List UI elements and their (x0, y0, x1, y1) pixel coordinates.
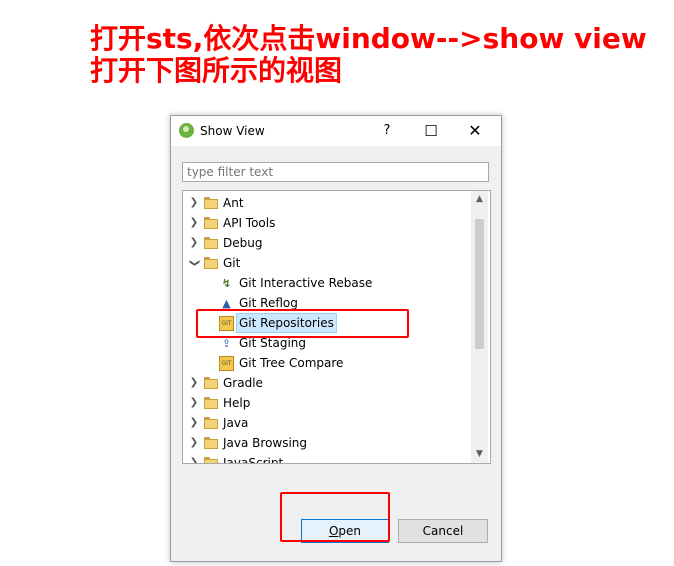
highlight-open-button (280, 492, 390, 542)
tree-item-java[interactable]: ❯ Java (183, 413, 471, 433)
tree-item-label: API Tools (223, 216, 276, 230)
tree-item-label: Gradle (223, 376, 263, 390)
chevron-right-icon[interactable]: ❯ (189, 393, 199, 413)
chevron-right-icon[interactable]: ❯ (189, 193, 199, 213)
folder-icon (204, 417, 219, 429)
folder-icon (204, 237, 219, 249)
tree-item-git-tree-compare[interactable]: GIT Git Tree Compare (183, 353, 471, 373)
scroll-thumb[interactable] (475, 219, 484, 349)
chevron-right-icon[interactable]: ❯ (189, 373, 199, 393)
tree-item-label: Git Interactive Rebase (239, 276, 373, 290)
tree-item-label: Ant (223, 196, 244, 210)
folder-icon (204, 437, 219, 449)
tree-item-gradle[interactable]: ❯ Gradle (183, 373, 471, 393)
chevron-right-icon[interactable]: ❯ (189, 433, 199, 453)
tree-item-java-browsing[interactable]: ❯ Java Browsing (183, 433, 471, 453)
chevron-right-icon[interactable]: ❯ (189, 213, 199, 233)
tree-item-label: Java Browsing (223, 436, 308, 450)
git-staging-icon: ⇪ (221, 337, 232, 350)
chevron-right-icon[interactable]: ❯ (189, 233, 199, 253)
tree-item-label: Debug (223, 236, 263, 250)
chevron-down-icon[interactable]: ❯ (184, 258, 204, 268)
chevron-right-icon[interactable]: ❯ (189, 453, 199, 463)
folder-icon (204, 377, 219, 389)
tree-item-javascript[interactable]: ❯ JavaScript (183, 453, 471, 463)
tree-item-git-interactive-rebase[interactable]: ↯ Git Interactive Rebase (183, 273, 471, 293)
tree-item-label: JavaScript (223, 456, 284, 463)
tree-item-label: Git (223, 256, 241, 270)
tree-item-ant[interactable]: ❯ Ant (183, 193, 471, 213)
close-button[interactable]: ✕ (455, 116, 495, 146)
chevron-right-icon[interactable]: ❯ (189, 413, 199, 433)
folder-icon (204, 397, 219, 409)
tree-item-git[interactable]: ❯ Git (183, 253, 471, 273)
folder-open-icon (204, 257, 219, 269)
scroll-up-icon[interactable]: ▲ (471, 191, 488, 208)
scroll-down-icon[interactable]: ▼ (471, 446, 488, 463)
dialog-title: Show View (200, 124, 265, 138)
tree-item-api-tools[interactable]: ❯ API Tools (183, 213, 471, 233)
spring-leaf-icon (179, 123, 194, 138)
tree-item-label: Git Tree Compare (239, 356, 344, 370)
title-bar[interactable]: Show View ? ☐ ✕ (171, 116, 501, 146)
annotation-line-1: 打开sts,依次点击window-->show view (90, 22, 647, 55)
folder-icon (204, 197, 219, 209)
folder-icon (204, 457, 219, 463)
tree-item-debug[interactable]: ❯ Debug (183, 233, 471, 253)
highlight-git-repositories (196, 309, 409, 338)
tree-item-label: Help (223, 396, 251, 410)
tree-item-label: Java (223, 416, 249, 430)
git-tree-compare-icon: GIT (219, 356, 234, 371)
interactive-rebase-icon: ↯ (221, 277, 232, 290)
folder-icon (204, 217, 219, 229)
annotation-line-2: 打开下图所示的视图 (90, 54, 343, 87)
maximize-button[interactable]: ☐ (411, 116, 451, 146)
cancel-button[interactable]: Cancel (398, 519, 488, 543)
filter-input[interactable] (182, 162, 489, 182)
tree-item-help[interactable]: ❯ Help (183, 393, 471, 413)
vertical-scrollbar[interactable]: ▲ ▼ (471, 191, 488, 463)
help-button[interactable]: ? (367, 116, 407, 146)
